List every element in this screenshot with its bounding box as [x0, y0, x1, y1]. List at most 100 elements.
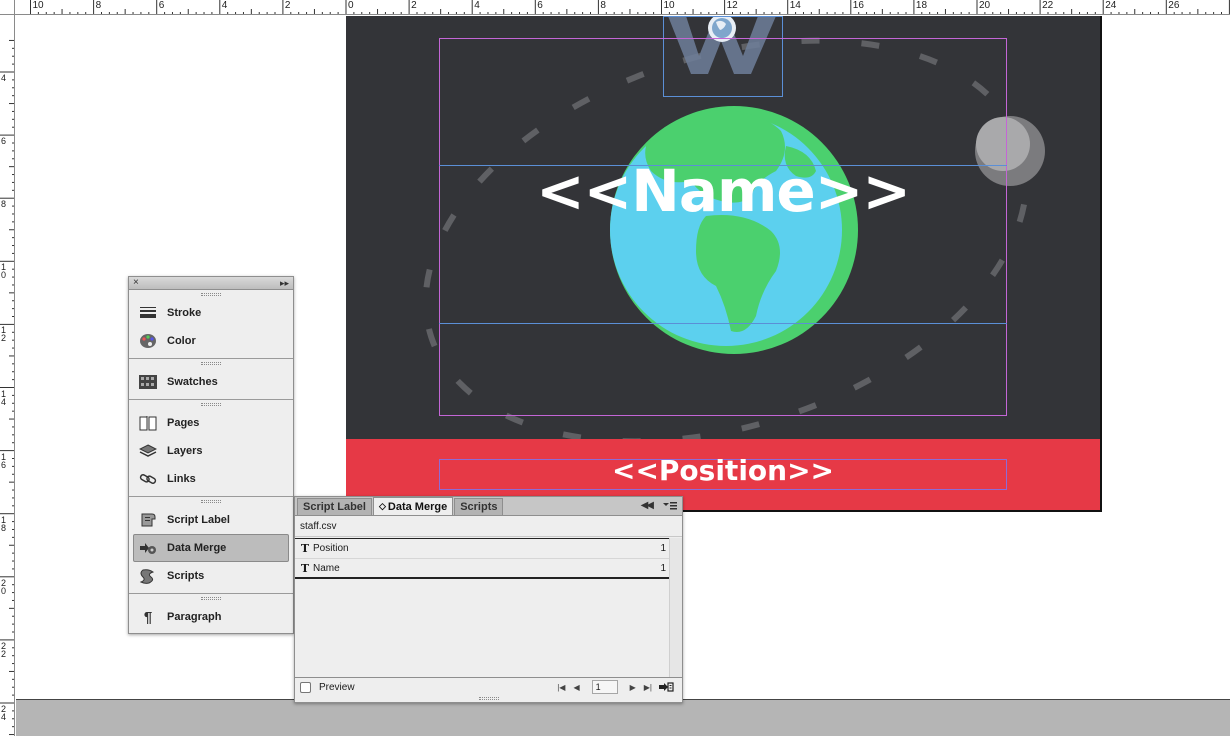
group-drag-handle[interactable] — [129, 497, 293, 506]
panel-group: ¶ Paragraph — [129, 594, 293, 634]
panel-item-pages[interactable]: Pages — [129, 409, 293, 437]
panel-strip[interactable]: × ▸▸ Stroke Color Swatches Pages Layers Links… — [128, 276, 294, 634]
guide-line[interactable] — [439, 323, 1007, 324]
panel-item-label: Color — [167, 335, 196, 347]
previous-record-icon[interactable]: ◀ — [573, 683, 579, 692]
ruler-label: 4 — [221, 0, 228, 11]
ruler-label: 10 — [663, 0, 675, 11]
tab-data-merge[interactable]: ◇ Data Merge — [372, 497, 454, 515]
scrollbar[interactable] — [669, 538, 682, 677]
ruler-label: 26 — [1168, 0, 1180, 11]
panel-footer: Preview |◀ ◀ 1 ▶ ▶| — [295, 677, 682, 696]
field-name: Name — [313, 562, 340, 574]
create-merged-document-icon[interactable] — [658, 681, 674, 693]
ruler-label: 14 — [789, 0, 801, 11]
ruler-label: 4 — [474, 0, 480, 11]
ruler-label: 1 2 — [1, 325, 7, 344]
first-record-icon[interactable]: |◀ — [557, 683, 565, 692]
graphic-frame[interactable] — [439, 38, 1007, 416]
data-merge-panel[interactable]: Script Label ◇ Data Merge Scripts ◀◀ sta… — [294, 496, 683, 703]
collapse-panel-icon[interactable]: ◀◀ — [641, 500, 654, 511]
ruler-label: 4 — [1, 73, 7, 83]
document-page[interactable]: <<Name>> <<Position>> — [346, 16, 1102, 512]
tab-scripts[interactable]: Scripts — [454, 498, 504, 515]
field-count: 1 — [660, 543, 666, 554]
panel-item-label: Script Label — [167, 514, 230, 526]
ruler-label: 6 — [158, 0, 165, 11]
name-placeholder-text[interactable]: <<Name>> — [346, 156, 1100, 226]
panel-strip-header[interactable]: × ▸▸ — [129, 277, 293, 290]
ruler-label: 1 4 — [1, 388, 7, 407]
ruler-label: 2 — [284, 0, 291, 11]
ruler-label: 18 — [915, 0, 928, 11]
pasteboard — [16, 699, 1230, 736]
ruler-label: 2 2 — [1, 640, 7, 659]
ruler-label: 6 — [537, 0, 543, 11]
panel-item-color[interactable]: Color — [129, 327, 293, 355]
group-drag-handle[interactable] — [129, 290, 293, 299]
panel-item-label: Links — [167, 473, 196, 485]
panel-item-layers[interactable]: Layers — [129, 437, 293, 465]
ruler-label: 8 — [600, 0, 606, 11]
background-rectangle[interactable]: <<Name>> — [346, 16, 1100, 439]
panel-item-swatches[interactable]: Swatches — [129, 368, 293, 396]
tab-script-label[interactable]: Script Label — [297, 498, 372, 515]
ruler-label: 8 — [95, 0, 102, 11]
panel-group: Pages Layers Links — [129, 400, 293, 497]
ruler-origin[interactable] — [0, 0, 15, 15]
list-item[interactable]: T Name 1 — [295, 559, 669, 579]
ruler-label: 12 — [726, 0, 738, 11]
group-drag-handle[interactable] — [129, 400, 293, 409]
data-source-filename: staff.csv — [295, 516, 682, 537]
panel-item-stroke[interactable]: Stroke — [129, 299, 293, 327]
panel-item-label: Paragraph — [167, 611, 222, 623]
panel-item-label: Stroke — [167, 307, 202, 319]
panel-item-label: Swatches — [167, 376, 218, 388]
ruler-label: 1 6 — [1, 451, 7, 470]
vertical-ruler[interactable]: 4 6 8 1 0 1 2 1 4 1 6 1 8 2 0 2 2 2 4 — [0, 15, 15, 736]
panel-item-data-merge[interactable]: Data Merge — [133, 534, 289, 562]
panel-item-paragraph[interactable]: ¶ Paragraph — [129, 603, 293, 631]
links-icon — [139, 471, 157, 487]
panel-item-links[interactable]: Links — [129, 465, 293, 493]
ruler-label: 2 4 — [1, 704, 7, 722]
panel-group: Stroke Color — [129, 290, 293, 359]
pages-icon — [139, 415, 157, 431]
collapse-panels-icon[interactable]: ▸▸ — [280, 277, 289, 289]
next-record-icon[interactable]: ▶ — [630, 683, 636, 692]
panel-item-label: Layers — [167, 445, 203, 457]
group-drag-handle[interactable] — [129, 594, 293, 603]
palette-icon — [139, 333, 157, 349]
panel-menu-icon[interactable] — [662, 500, 678, 512]
horizontal-ruler[interactable]: 10 8 6 4 2 0 2 4 6 8 10 12 14 16 18 20 22 24 26 — [0, 0, 1230, 15]
ruler-label: 8 — [1, 199, 7, 210]
script-label-icon — [139, 512, 157, 528]
ruler-label: 2 0 — [1, 577, 7, 596]
record-number-input[interactable]: 1 — [591, 680, 618, 694]
panel-item-scripts[interactable]: Scripts — [129, 562, 293, 590]
resize-grip[interactable] — [295, 695, 682, 702]
field-name: Position — [313, 543, 349, 554]
field-list[interactable]: T Position 1 T Name 1 — [295, 538, 669, 677]
pilcrow-icon: ¶ — [143, 608, 153, 626]
position-placeholder-text[interactable]: <<Position>> — [346, 453, 1100, 489]
preview-label: Preview — [319, 681, 355, 693]
panel-item-label: Pages — [167, 417, 200, 429]
panel-item-script-label[interactable]: Script Label — [129, 506, 293, 534]
ruler-label: 6 — [1, 136, 7, 147]
list-item[interactable]: T Position 1 — [295, 539, 669, 559]
data-merge-icon — [139, 540, 157, 556]
field-count: 1 — [660, 562, 666, 574]
preview-checkbox[interactable] — [300, 681, 311, 693]
last-record-icon[interactable]: ▶| — [644, 683, 652, 692]
group-drag-handle[interactable] — [129, 359, 293, 368]
close-icon[interactable]: × — [133, 277, 139, 289]
panel-group: Swatches — [129, 359, 293, 400]
ruler-label: 22 — [1042, 0, 1054, 11]
stroke-icon — [139, 305, 157, 321]
ruler-label: 0 — [348, 0, 354, 11]
panel-item-label: Data Merge — [167, 542, 227, 554]
ruler-label: 24 — [1105, 0, 1117, 11]
panel-tab-bar: Script Label ◇ Data Merge Scripts ◀◀ — [295, 497, 682, 516]
text-field-icon: T — [300, 542, 310, 555]
